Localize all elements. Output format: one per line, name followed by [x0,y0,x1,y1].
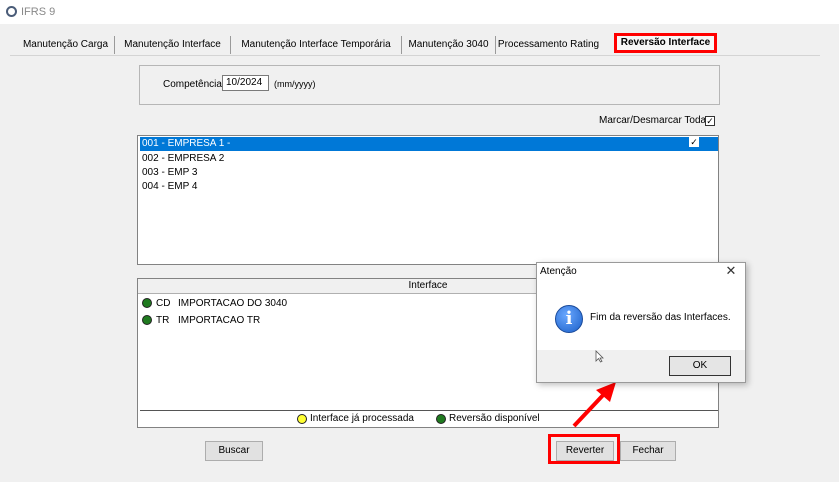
legend-green-icon [436,414,446,424]
mark-all-checkbox[interactable]: ✓ [705,116,715,126]
tab-label: Manutenção Carga [22,39,109,50]
tab-label: Manutenção 3040 [408,39,489,50]
legend-processed-label: Interface já processada [310,413,414,424]
interface-name[interactable]: IMPORTACAO DO 3040 [178,298,287,309]
dialog-title: Atenção [540,266,577,277]
company-list-item[interactable]: 003 - EMP 3 [140,166,718,180]
tab-reversao-interface-label: Reversão Interface [620,37,711,48]
status-green-icon [142,315,152,325]
company-list[interactable]: 001 - EMPRESA 1 - 002 - EMPRESA 2 003 - … [137,135,719,265]
company-checkbox[interactable]: ✓ [689,137,699,147]
mouse-cursor-icon [595,350,604,363]
company-label: 004 - EMP 4 [142,181,198,192]
tab-processamento-rating[interactable]: Processamento Rating [495,36,601,54]
legend-divider [140,410,718,411]
interface-code: CD [156,298,171,309]
company-label: 003 - EMP 3 [142,167,198,178]
company-list-item[interactable]: 002 - EMPRESA 2 [140,152,718,166]
competencia-input[interactable]: 10/2024 [222,75,269,91]
dialog-message: Fim da reversão das Interfaces. [590,312,731,323]
close-icon[interactable]: ✕ [724,263,738,279]
legend-yellow-icon [297,414,307,424]
status-green-icon [142,298,152,308]
buscar-button[interactable]: Buscar [205,441,263,461]
tab-manutencao-3040[interactable]: Manutenção 3040 [401,36,495,54]
reverter-button[interactable]: Reverter [556,441,614,461]
tab-manutencao-interface[interactable]: Manutenção Interface [114,36,230,54]
window-title: IFRS 9 [21,6,56,18]
info-icon: i [555,305,583,333]
company-list-item[interactable]: 001 - EMPRESA 1 - [140,137,718,151]
company-label: 002 - EMPRESA 2 [142,153,225,164]
title-bar [0,0,839,24]
interface-code: TR [156,315,170,326]
tab-manutencao-carga[interactable]: Manutenção Carga [18,36,113,54]
ok-button[interactable]: OK [669,356,731,376]
interface-name[interactable]: IMPORTACAO TR [178,315,260,326]
competencia-format-hint: (mm/yyyy) [274,79,316,89]
legend-available-label: Reversão disponível [449,413,540,424]
tab-label: Manutenção Interface Temporária [241,39,391,50]
tab-label: Processamento Rating [497,39,600,50]
mark-all-label: Marcar/Desmarcar Todas [599,115,712,126]
company-list-item[interactable]: 004 - EMP 4 [140,180,718,194]
app-icon [6,6,17,17]
tab-label: Manutenção Interface [124,39,221,50]
fechar-button[interactable]: Fechar [620,441,676,461]
tab-manutencao-interface-temporaria[interactable]: Manutenção Interface Temporária [230,36,401,54]
company-label: 001 - EMPRESA 1 - [142,138,231,149]
red-arrow-icon [572,382,616,428]
competencia-label: Competência [163,79,222,90]
